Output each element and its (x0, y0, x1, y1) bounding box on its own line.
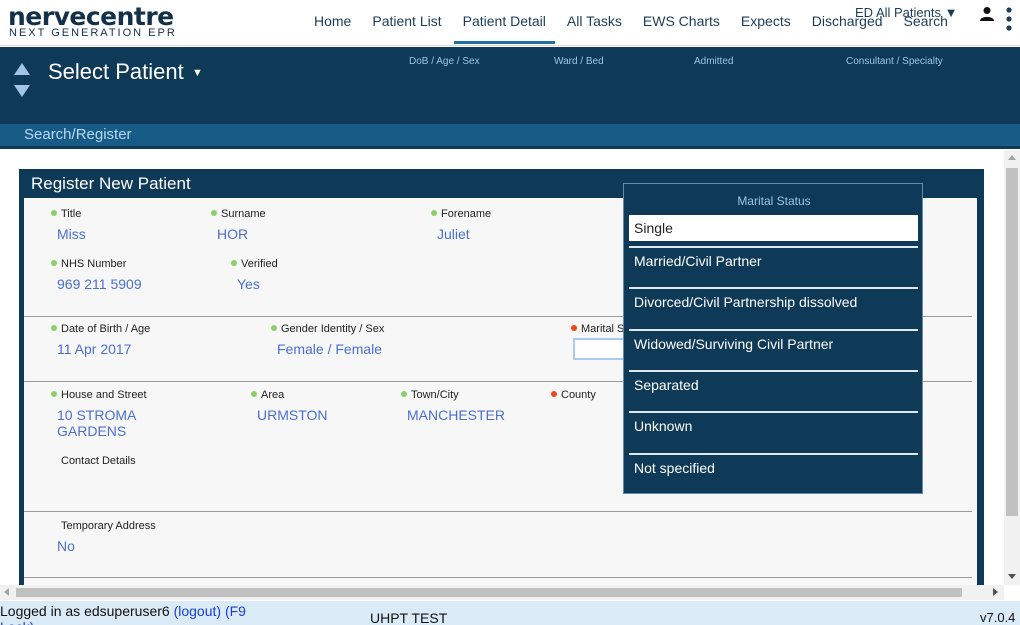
nav-all-tasks[interactable]: All Tasks (558, 0, 631, 44)
marital-option-widowed[interactable]: Widowed/Surviving Civil Partner (629, 329, 918, 355)
title-label: Title (51, 208, 81, 220)
dob-label: Date of Birth / Age (51, 323, 150, 335)
marital-option-single[interactable]: Single (629, 215, 918, 241)
scroll-down-icon[interactable] (1008, 574, 1016, 579)
consultant-specialty-header: Consultant / Specialty (846, 56, 943, 67)
status-footer: Logged in as edsuperuser6 (logout) (F9 L… (0, 601, 1020, 625)
nhs-number-label: NHS Number (51, 258, 126, 270)
nav-expects[interactable]: Expects (732, 0, 800, 44)
marital-option-divorced[interactable]: Divorced/Civil Partnership dissolved (629, 287, 918, 313)
app-logo-subtitle: NEXT GENERATION EPR (9, 27, 177, 39)
marital-status-dropdown: Marital Status Single Married/Civil Part… (623, 183, 923, 494)
panel-title: Register New Patient (31, 174, 191, 193)
nav-patient-list[interactable]: Patient List (363, 0, 450, 44)
dob-value[interactable]: 11 Apr 2017 (57, 341, 131, 357)
gender-value[interactable]: Female / Female (277, 341, 382, 357)
logged-in-text: Logged in as edsuperuser6 (0, 603, 170, 619)
scroll-right-icon[interactable] (993, 588, 998, 596)
forename-value[interactable]: Juliet (437, 226, 470, 242)
nav-patient-detail[interactable]: Patient Detail (453, 0, 555, 44)
marital-option-not-specified[interactable]: Not specified (629, 453, 918, 479)
nav-home[interactable]: Home (305, 0, 360, 44)
complete-indicator (211, 210, 217, 216)
login-status: Logged in as edsuperuser6 (logout) (F9 L… (0, 603, 250, 625)
gender-label: Gender Identity / Sex (271, 323, 384, 335)
dob-age-sex-header: DoB / Age / Sex (409, 56, 480, 67)
dropdown-title: Marital Status (737, 194, 811, 208)
area-value[interactable]: URMSTON (257, 407, 328, 423)
marital-option-unknown[interactable]: Unknown (629, 411, 918, 437)
scroll-left-icon[interactable] (4, 588, 9, 596)
temporary-address-value[interactable]: No (57, 538, 75, 554)
town-city-label: Town/City (401, 389, 459, 401)
version-label: v7.0.4 (980, 610, 1016, 625)
required-indicator (551, 391, 557, 397)
logout-link[interactable]: (logout) (174, 603, 221, 619)
complete-indicator (431, 210, 437, 216)
select-patient-caret-icon[interactable]: ▼ (192, 67, 203, 79)
complete-indicator (51, 260, 57, 266)
surname-label: Surname (211, 208, 266, 220)
surname-value[interactable]: HOR (217, 226, 248, 242)
marital-status-input[interactable] (573, 338, 629, 360)
title-value[interactable]: Miss (57, 226, 86, 242)
contact-details-label[interactable]: Contact Details (61, 455, 136, 467)
area-label: Area (251, 389, 284, 401)
section-divider (24, 577, 972, 578)
horizontal-scrollbar[interactable] (0, 585, 1004, 600)
nav-ews-charts[interactable]: EWS Charts (634, 0, 729, 44)
next-patient-icon[interactable] (14, 85, 30, 97)
vertical-scrollbar[interactable] (1004, 150, 1020, 585)
ward-bed-header: Ward / Bed (554, 56, 604, 67)
select-patient-title[interactable]: Select Patient (48, 59, 184, 85)
nhs-number-value[interactable]: 969 211 5909 (57, 276, 142, 292)
patient-nav-arrows (14, 63, 30, 97)
marital-option-married[interactable]: Married/Civil Partner (629, 246, 918, 272)
environment-name: UHPT TEST (370, 610, 448, 625)
forename-label: Forename (431, 208, 491, 220)
house-street-value-line2[interactable]: GARDENS (57, 423, 126, 439)
more-vertical-icon[interactable] (1005, 6, 1013, 34)
verified-value[interactable]: Yes (237, 276, 260, 292)
verified-label: Verified (231, 258, 278, 270)
top-bar: nervecentre NEXT GENERATION EPR Home Pat… (0, 0, 1020, 46)
county-label: County (551, 389, 596, 401)
scroll-up-icon[interactable] (1008, 155, 1016, 160)
search-register-label[interactable]: Search/Register (24, 126, 132, 143)
complete-indicator (51, 391, 57, 397)
house-street-value-line1[interactable]: 10 STROMA (57, 407, 136, 423)
complete-indicator (51, 325, 57, 331)
admitted-header: Admitted (694, 56, 734, 67)
complete-indicator (251, 391, 257, 397)
town-city-value[interactable]: MANCHESTER (407, 407, 505, 423)
temporary-address-label: Temporary Address (61, 520, 156, 532)
horizontal-scroll-thumb[interactable] (16, 588, 962, 597)
patient-banner: Select Patient ▼ DoB / Age / Sex Ward / … (0, 47, 1020, 124)
complete-indicator (231, 260, 237, 266)
marital-option-separated[interactable]: Separated (629, 370, 918, 396)
search-register-bar: Search/Register (0, 124, 1020, 149)
complete-indicator (51, 210, 57, 216)
section-divider (24, 511, 972, 512)
complete-indicator (271, 325, 277, 331)
complete-indicator (401, 391, 407, 397)
ward-selector-dropdown[interactable]: ED All Patients ▼ (855, 5, 957, 20)
house-street-label: House and Street (51, 389, 147, 401)
user-icon[interactable] (979, 6, 995, 22)
vertical-scroll-thumb[interactable] (1006, 168, 1018, 516)
previous-patient-icon[interactable] (14, 63, 30, 75)
required-indicator (571, 325, 577, 331)
